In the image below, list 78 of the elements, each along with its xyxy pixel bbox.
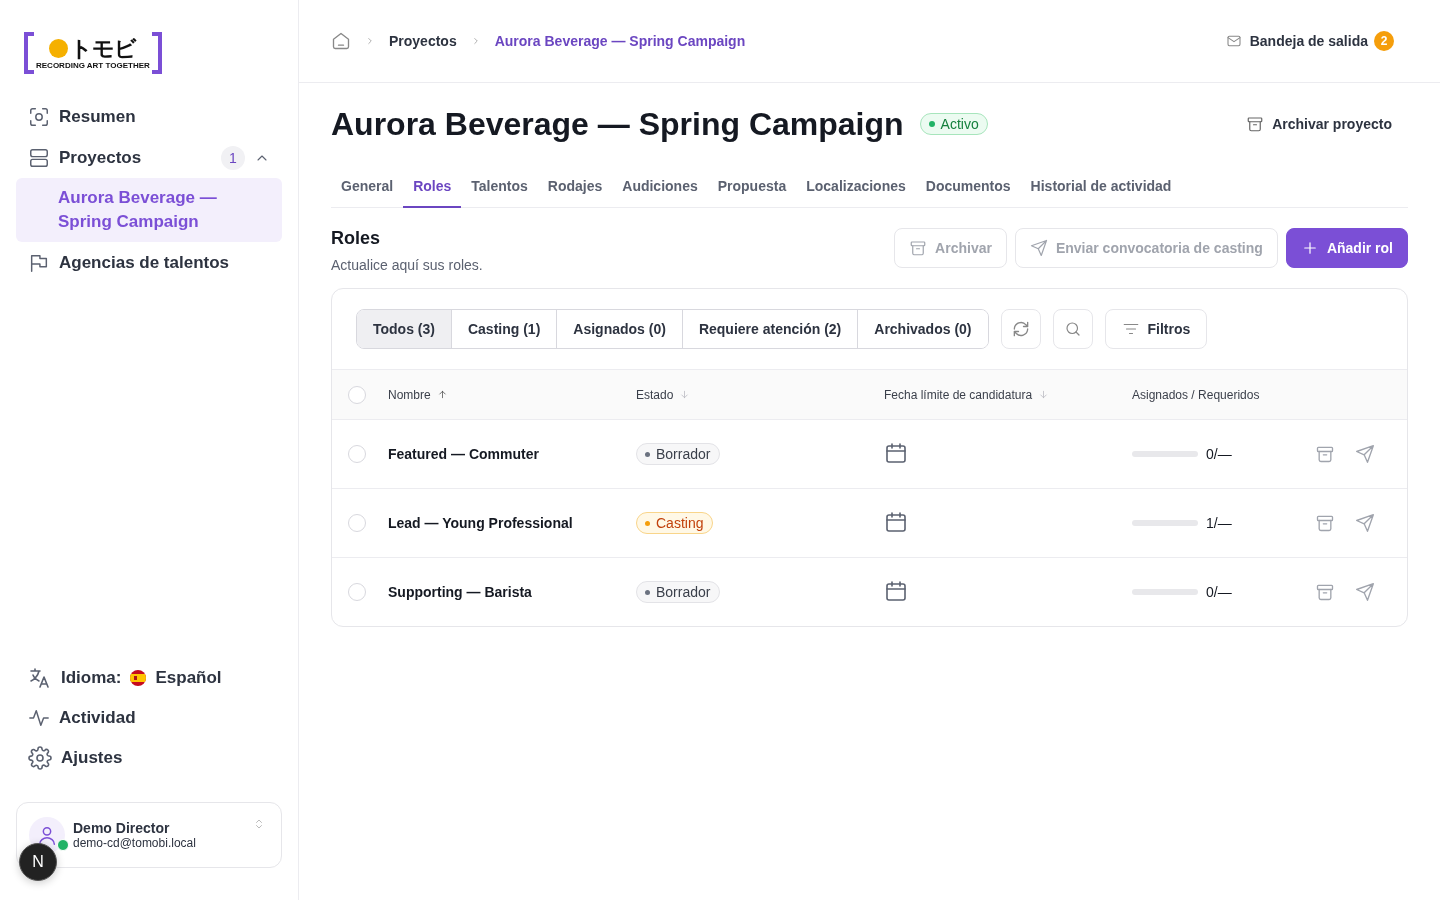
- archive-icon: [1315, 513, 1335, 533]
- activity-icon: [28, 707, 50, 729]
- spain-flag-icon: [130, 670, 147, 686]
- stack-icon: [28, 146, 50, 169]
- archive-project-button[interactable]: Archivar proyecto: [1230, 115, 1408, 133]
- tab[interactable]: Rodajes: [537, 165, 613, 208]
- archive-icon: [909, 239, 928, 257]
- section-subtitle: Actualice aquí sus roles.: [331, 257, 483, 273]
- logo: トモビ RECORDING ART TOGETHER: [24, 32, 162, 74]
- row-checkbox[interactable]: [348, 514, 366, 532]
- status-badge: Borrador: [636, 581, 721, 603]
- breadcrumb-link[interactable]: Proyectos: [389, 33, 457, 49]
- filter-tab[interactable]: Archivados (0): [857, 310, 988, 348]
- assigned-count: 0/—: [1206, 584, 1232, 600]
- nav-item[interactable]: Ajustes: [16, 738, 282, 778]
- settings-icon: [28, 746, 52, 770]
- role-name: Supporting — Barista: [388, 584, 532, 600]
- translate-icon: [28, 666, 52, 690]
- outbox-link[interactable]: Bandeja de salida 2: [1225, 31, 1394, 51]
- mail-icon: [1225, 33, 1242, 49]
- calendar-icon: [884, 509, 908, 534]
- archive-icon: [1246, 115, 1265, 133]
- column-header[interactable]: Nombre: [388, 387, 431, 402]
- tab[interactable]: General: [331, 165, 404, 208]
- filters-button[interactable]: Filtros: [1104, 309, 1208, 349]
- breadcrumb-link[interactable]: Aurora Beverage — Spring Campaign: [494, 33, 746, 49]
- count-badge: 1: [221, 145, 245, 170]
- role-name: Featured — Commuter: [388, 446, 539, 462]
- chevron-right-icon: [365, 36, 375, 46]
- status-badge: Activo: [919, 113, 988, 135]
- updown-icon: [253, 817, 265, 831]
- assigned-count: 1/—: [1206, 515, 1232, 531]
- row-checkbox[interactable]: [348, 583, 366, 601]
- assigned-count: 0/—: [1206, 446, 1232, 462]
- user-name: Demo Director: [73, 820, 171, 836]
- nav-item[interactable]: Actividad: [16, 698, 282, 738]
- tab[interactable]: Audiciones: [612, 165, 708, 208]
- tab[interactable]: Propuesta: [707, 165, 797, 208]
- send-icon: [1355, 444, 1375, 464]
- role-name: Lead — Young Professional: [388, 515, 573, 531]
- nav-subitem[interactable]: Aurora Beverage — Spring Campaign: [16, 178, 282, 242]
- calendar-icon: [884, 578, 908, 603]
- send-icon: [1029, 239, 1048, 257]
- row-checkbox[interactable]: [348, 445, 366, 463]
- nav-item[interactable]: Resumen: [16, 96, 282, 137]
- archive-icon: [1315, 582, 1335, 602]
- count-badge: 2: [1374, 31, 1394, 51]
- outbox-label: Bandeja de salida: [1249, 33, 1368, 49]
- person-icon: [36, 824, 58, 846]
- column-header[interactable]: Fecha límite de candidatura: [884, 387, 1033, 402]
- tab[interactable]: Documentos: [915, 165, 1021, 208]
- search-icon: [1063, 320, 1082, 338]
- dev-badge[interactable]: N: [19, 843, 57, 881]
- tab[interactable]: Localizaciones: [796, 165, 916, 208]
- nav-item[interactable]: Proyectos 1: [16, 137, 282, 178]
- nav-item[interactable]: Idioma: Español: [16, 658, 282, 698]
- archive-icon: [1315, 444, 1335, 464]
- home-icon: [331, 31, 351, 51]
- section-title: Roles: [331, 228, 382, 249]
- status-badge: Casting: [636, 512, 714, 534]
- filter-tab[interactable]: Todos (3): [357, 310, 451, 348]
- refresh-button[interactable]: [1000, 309, 1041, 349]
- column-header[interactable]: Estado: [636, 387, 674, 402]
- tab[interactable]: Historial de actividad: [1020, 165, 1182, 208]
- select-all-checkbox[interactable]: [348, 385, 366, 404]
- page-title: Aurora Beverage — Spring Campaign: [331, 105, 904, 143]
- search-button[interactable]: [1052, 309, 1093, 349]
- scan-icon: [28, 105, 50, 128]
- add-button[interactable]: Añadir rol: [1285, 228, 1408, 268]
- column-header[interactable]: Asignados / Requeridos: [1132, 387, 1260, 402]
- send-icon: [1355, 582, 1375, 602]
- nav-item[interactable]: Agencias de talentos: [16, 242, 282, 283]
- tab[interactable]: Talentos: [461, 165, 538, 208]
- tab[interactable]: Roles: [403, 165, 462, 208]
- send-icon: [1355, 513, 1375, 533]
- status-badge: Borrador: [636, 443, 721, 465]
- calendar-icon: [884, 440, 908, 465]
- user-email: demo-cd@tomobi.local: [73, 836, 196, 850]
